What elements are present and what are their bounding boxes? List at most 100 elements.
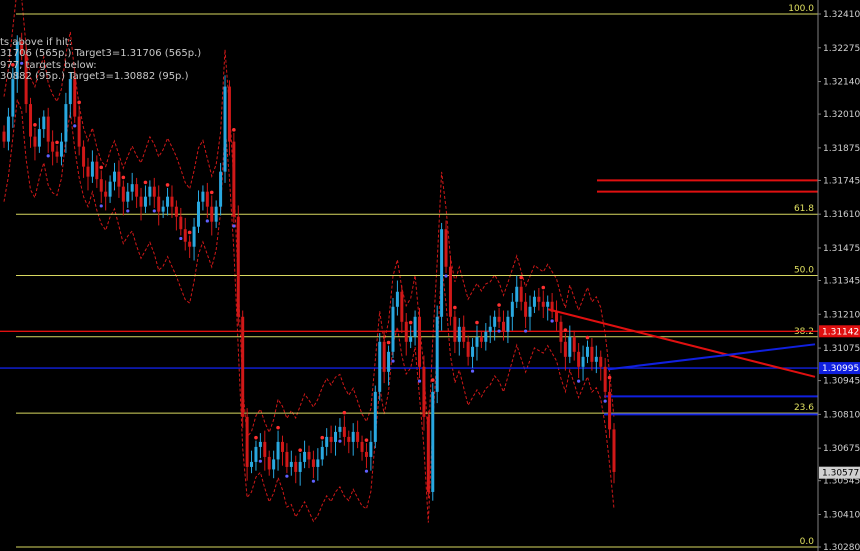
fractal-down-marker	[232, 224, 236, 228]
axis-tick-label: 1.30280	[823, 543, 860, 551]
candle-body	[126, 191, 130, 202]
fractal-up-marker	[430, 378, 435, 382]
candle-body	[179, 216, 183, 230]
candle-body	[364, 451, 368, 457]
fractal-up-marker	[254, 435, 258, 440]
fractal-up-marker	[475, 320, 479, 325]
candle-body	[214, 206, 218, 222]
candle-body	[95, 161, 99, 180]
candle-body	[532, 296, 536, 307]
candle-body	[77, 116, 81, 147]
fractal-down-marker	[99, 204, 103, 208]
fractal-down-marker	[603, 399, 607, 403]
price-chart[interactable]: 100.061.850.038.223.60.0 1.324101.322751…	[0, 0, 860, 551]
candle-body	[387, 351, 391, 372]
candle-body	[289, 461, 293, 467]
fractal-down-marker	[470, 369, 475, 373]
candle-body	[444, 229, 448, 267]
candle-body	[395, 291, 399, 307]
candle-body	[143, 196, 147, 207]
candle-body	[369, 441, 373, 457]
candle-body	[280, 441, 284, 452]
fib-label: 100.0	[788, 4, 814, 14]
candle-body	[356, 431, 360, 442]
fractal-down-marker	[497, 329, 501, 333]
candle-body	[307, 451, 311, 460]
candle-body	[360, 441, 364, 452]
candle-body	[11, 79, 15, 117]
candle-body	[510, 301, 514, 317]
candle-body	[541, 301, 545, 307]
candle-body	[466, 341, 470, 357]
candle-body	[201, 191, 205, 202]
fractal-down-marker	[364, 469, 369, 473]
candle-body	[272, 459, 276, 470]
candle-body	[409, 336, 413, 342]
fractal-up-marker	[541, 285, 546, 290]
axis-tick-label: 1.31075	[823, 344, 860, 354]
candle-body	[2, 131, 6, 142]
candle-body	[90, 161, 94, 177]
candle-body	[462, 326, 466, 342]
candle-body	[484, 331, 488, 342]
fractal-down-marker	[285, 474, 289, 478]
candle-body	[64, 104, 68, 142]
fractal-up-marker	[165, 183, 170, 187]
fibonacci-levels: 100.061.850.038.223.60.0	[16, 4, 818, 548]
candle-body	[546, 301, 550, 307]
fractal-up-marker	[563, 328, 568, 332]
fractal-down-marker	[126, 209, 130, 213]
candle-body	[42, 116, 46, 130]
candle-body	[82, 146, 86, 167]
candle-body	[603, 366, 607, 392]
candle-body	[121, 186, 125, 202]
candle-body	[254, 446, 258, 462]
price-tag-label: 1.30995	[822, 364, 859, 374]
axis-tick-label: 1.31745	[823, 176, 860, 186]
candle-body	[99, 179, 103, 192]
axis-tick-label: 1.32140	[823, 78, 860, 88]
candle-body	[599, 356, 603, 367]
candle-body	[210, 206, 214, 222]
candle-body	[537, 296, 541, 302]
candle-body	[37, 129, 41, 147]
candle-body	[51, 141, 55, 152]
candle-body	[250, 461, 254, 467]
candle-body	[320, 446, 324, 460]
axis-tick-label: 1.30675	[823, 444, 860, 454]
fractal-up-marker	[187, 230, 192, 235]
fractal-down-marker	[152, 209, 156, 213]
candle-body	[413, 316, 417, 337]
candle-body	[479, 336, 483, 342]
candle-body	[276, 441, 280, 460]
fractal-up-marker	[364, 438, 369, 442]
candle-body	[382, 341, 386, 372]
fractal-up-marker	[585, 335, 590, 340]
candle-body	[440, 229, 444, 317]
axis-tick-label: 1.30810	[823, 410, 860, 420]
fractal-up-marker	[99, 165, 104, 170]
axis-tick-label: 1.30945	[823, 377, 860, 387]
candle-body	[453, 316, 457, 342]
candle-body	[46, 116, 50, 142]
price-tag-label: 1.31142	[822, 327, 859, 337]
axis-tick-label: 1.32275	[823, 44, 860, 54]
fractal-down-marker	[577, 379, 581, 383]
fractal-up-marker	[55, 140, 59, 145]
candle-body	[471, 346, 475, 357]
fib-label: 0.0	[800, 537, 815, 547]
candle-body	[378, 341, 382, 392]
candle-body	[205, 191, 209, 207]
candle-body	[524, 301, 528, 317]
candle-body	[400, 291, 404, 322]
candle-body	[347, 436, 351, 442]
fractal-up-marker	[209, 190, 214, 195]
candle-body	[188, 241, 192, 247]
candle-body	[325, 436, 329, 447]
candle-body	[404, 321, 408, 342]
candle-body	[236, 216, 240, 317]
candle-body	[391, 306, 395, 352]
candle-body	[559, 321, 563, 342]
candle-body	[431, 391, 435, 492]
candle-body	[612, 429, 616, 472]
